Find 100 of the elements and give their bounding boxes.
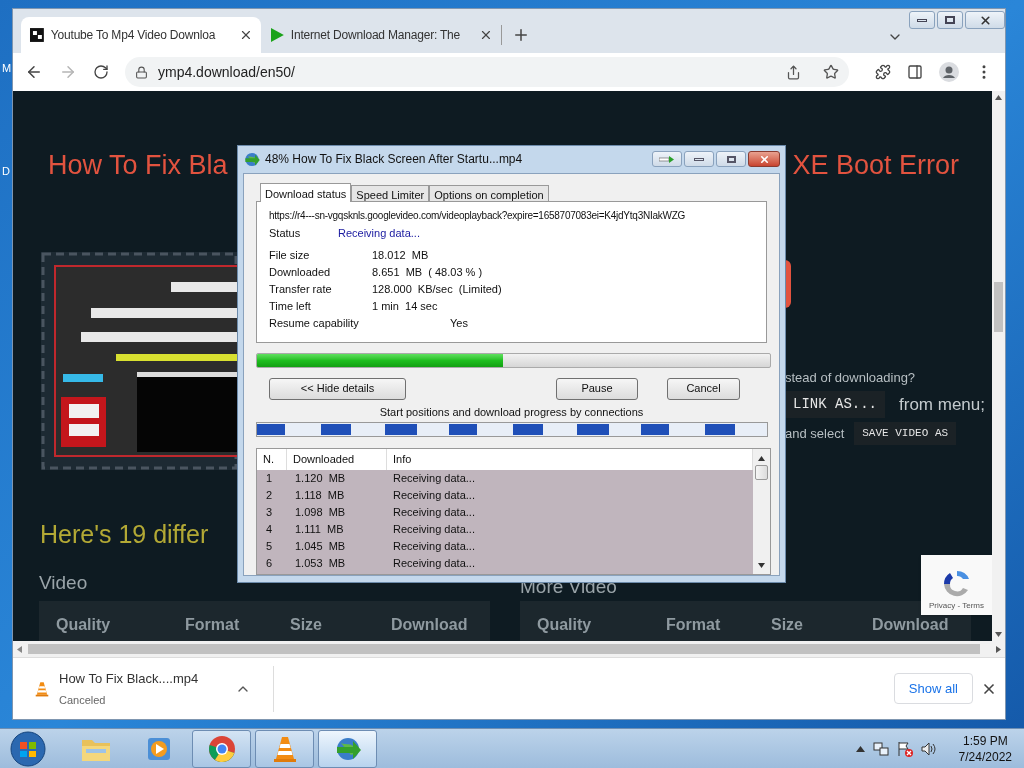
column-header: Quality — [537, 615, 593, 635]
column-header: Size — [290, 615, 323, 635]
field-label: Transfer rate — [269, 281, 333, 297]
code-label: LINK AS... — [785, 391, 885, 418]
close-icon[interactable] — [479, 28, 493, 42]
start-button[interactable] — [8, 729, 48, 768]
arrow-icon — [659, 155, 675, 163]
scroll-up-icon[interactable] — [758, 456, 765, 461]
column-header: Quality — [56, 615, 112, 635]
close-icon[interactable] — [239, 28, 253, 42]
dialog-button[interactable]: Cancel — [667, 377, 740, 400]
media-player-icon[interactable] — [145, 735, 172, 762]
back-icon[interactable] — [25, 63, 43, 81]
connection-row[interactable]: 5 1.045 MB Receiving data... — [257, 538, 753, 555]
column-header: Download — [872, 615, 949, 635]
share-icon[interactable] — [786, 64, 801, 80]
table-cell-text: Receiving data... — [392, 556, 475, 572]
column-header[interactable]: Downloaded — [287, 449, 387, 470]
table-cell-text: Receiving data... — [392, 505, 475, 521]
table-cell-text: 6 — [265, 556, 274, 572]
clock-date: 7/24/2022 — [958, 748, 1012, 765]
scroll-left-icon[interactable] — [17, 645, 22, 653]
dialog-tab[interactable]: Options on completion — [429, 184, 549, 201]
field-label: Downloaded — [269, 264, 332, 280]
field-value: 8.651 MB ( 48.03 % ) — [372, 264, 483, 280]
scroll-down-icon[interactable] — [758, 563, 765, 568]
show-hidden-icons[interactable] — [855, 745, 865, 752]
chrome-icon[interactable] — [207, 734, 236, 763]
column-header: Size — [771, 615, 804, 635]
horizontal-scrollbar[interactable] — [13, 641, 1005, 657]
dialog-tab[interactable]: Download status — [260, 182, 352, 202]
close-button[interactable] — [965, 11, 1005, 29]
desktop-icon-label: M — [2, 61, 12, 76]
hint-text: and select — [785, 424, 845, 443]
tab-title: Internet Download Manager: The — [290, 27, 462, 44]
minimize-button[interactable] — [909, 11, 935, 29]
table-cell-text: 1.045 MB — [294, 539, 347, 555]
connection-row[interactable]: 2 1.118 MB Receiving data... — [257, 487, 753, 504]
connection-row[interactable]: 3 1.098 MB Receiving data... — [257, 504, 753, 521]
connection-row[interactable]: 4 1.111 MB Receiving data... — [257, 521, 753, 538]
vertical-scrollbar[interactable] — [992, 91, 1005, 641]
network-icon[interactable] — [872, 740, 889, 757]
maximize-button[interactable] — [937, 11, 963, 29]
reload-icon[interactable] — [93, 64, 109, 80]
download-status: Canceled — [59, 693, 107, 708]
url-text: ymp4.download/en50/ — [158, 62, 296, 82]
maximize-button[interactable] — [716, 151, 746, 168]
address-bar[interactable]: ymp4.download/en50/ — [125, 57, 849, 87]
close-button[interactable] — [748, 151, 780, 168]
column-header[interactable]: N. — [257, 449, 287, 470]
privacy-terms-text: Privacy - Terms — [929, 600, 984, 612]
flag-error-icon[interactable] — [896, 740, 913, 757]
logo-icon — [29, 27, 45, 43]
field-label: Status — [269, 225, 302, 241]
table-cell-text: 3 — [265, 505, 274, 521]
field-label: Time left — [269, 298, 312, 314]
connections-caption: Start positions and download progress by connections — [378, 404, 645, 420]
bookmark-star-icon[interactable] — [823, 64, 839, 80]
speaker-icon[interactable] — [920, 740, 937, 757]
page-title: How To Fix Bla — [48, 149, 228, 182]
source-url: https://r4---sn-vgqsknls.googlevideo.com/videoplayback?expire=1658707083ei=K4jdYtq3NIakWZG — [269, 208, 687, 223]
lock-icon — [135, 65, 148, 79]
taskbar-app[interactable] — [318, 729, 377, 768]
status-value: Receiving data... — [338, 225, 420, 241]
dialog-button[interactable]: Pause — [556, 377, 638, 400]
browser-tab[interactable]: Internet Download Manager: The — [261, 17, 501, 53]
side-panel-icon[interactable] — [907, 64, 923, 80]
table-cell-text: 2 — [265, 488, 274, 504]
connection-row[interactable]: 6 1.053 MB Receiving data... — [257, 555, 753, 572]
table-cell-text: Receiving data... — [392, 471, 475, 487]
scroll-up-icon[interactable] — [995, 95, 1002, 100]
minimize-button[interactable] — [684, 151, 714, 168]
scroll-right-icon[interactable] — [996, 645, 1001, 653]
table-cell-text: Receiving data... — [392, 539, 475, 555]
dialog-button[interactable]: << Hide details — [269, 377, 406, 400]
taskbar-app[interactable] — [192, 729, 251, 768]
scroll-thumb[interactable] — [755, 465, 768, 480]
vertical-scrollbar[interactable] — [753, 449, 770, 574]
traffic-cone-icon — [35, 680, 49, 697]
traffic-cone-icon[interactable] — [272, 734, 297, 763]
field-value: 128.000 KB/sec (Limited) — [372, 281, 502, 297]
new-tab-icon[interactable] — [512, 26, 530, 44]
minimize-to-tray-button[interactable] — [652, 151, 682, 168]
show-all-button[interactable]: Show all — [893, 673, 973, 704]
table-cell-text: 1 — [265, 471, 274, 487]
dialog-tab[interactable]: Speed Limiter — [351, 184, 430, 201]
scroll-down-icon[interactable] — [995, 632, 1002, 637]
field-value: 18.012 MB — [372, 247, 429, 263]
taskbar-app[interactable] — [255, 729, 314, 768]
clock-time: 1:59 PM — [962, 732, 1008, 749]
browser-tab[interactable]: Youtube To Mp4 Video Downloa — [21, 17, 261, 53]
table-cell-text: 4 — [265, 522, 274, 538]
profile-icon[interactable] — [939, 62, 959, 82]
scroll-thumb[interactable] — [994, 282, 1003, 332]
table-cell-text: 5 — [265, 539, 274, 555]
extensions-icon[interactable] — [875, 64, 891, 80]
field-label: Resume capability — [269, 315, 360, 331]
download-file-name[interactable]: How To Fix Black....mp4 — [59, 668, 199, 688]
clock[interactable]: 1:59 PM 7/24/2022 — [958, 732, 1012, 765]
connection-row[interactable]: 1 1.120 MB Receiving data... — [257, 470, 753, 487]
